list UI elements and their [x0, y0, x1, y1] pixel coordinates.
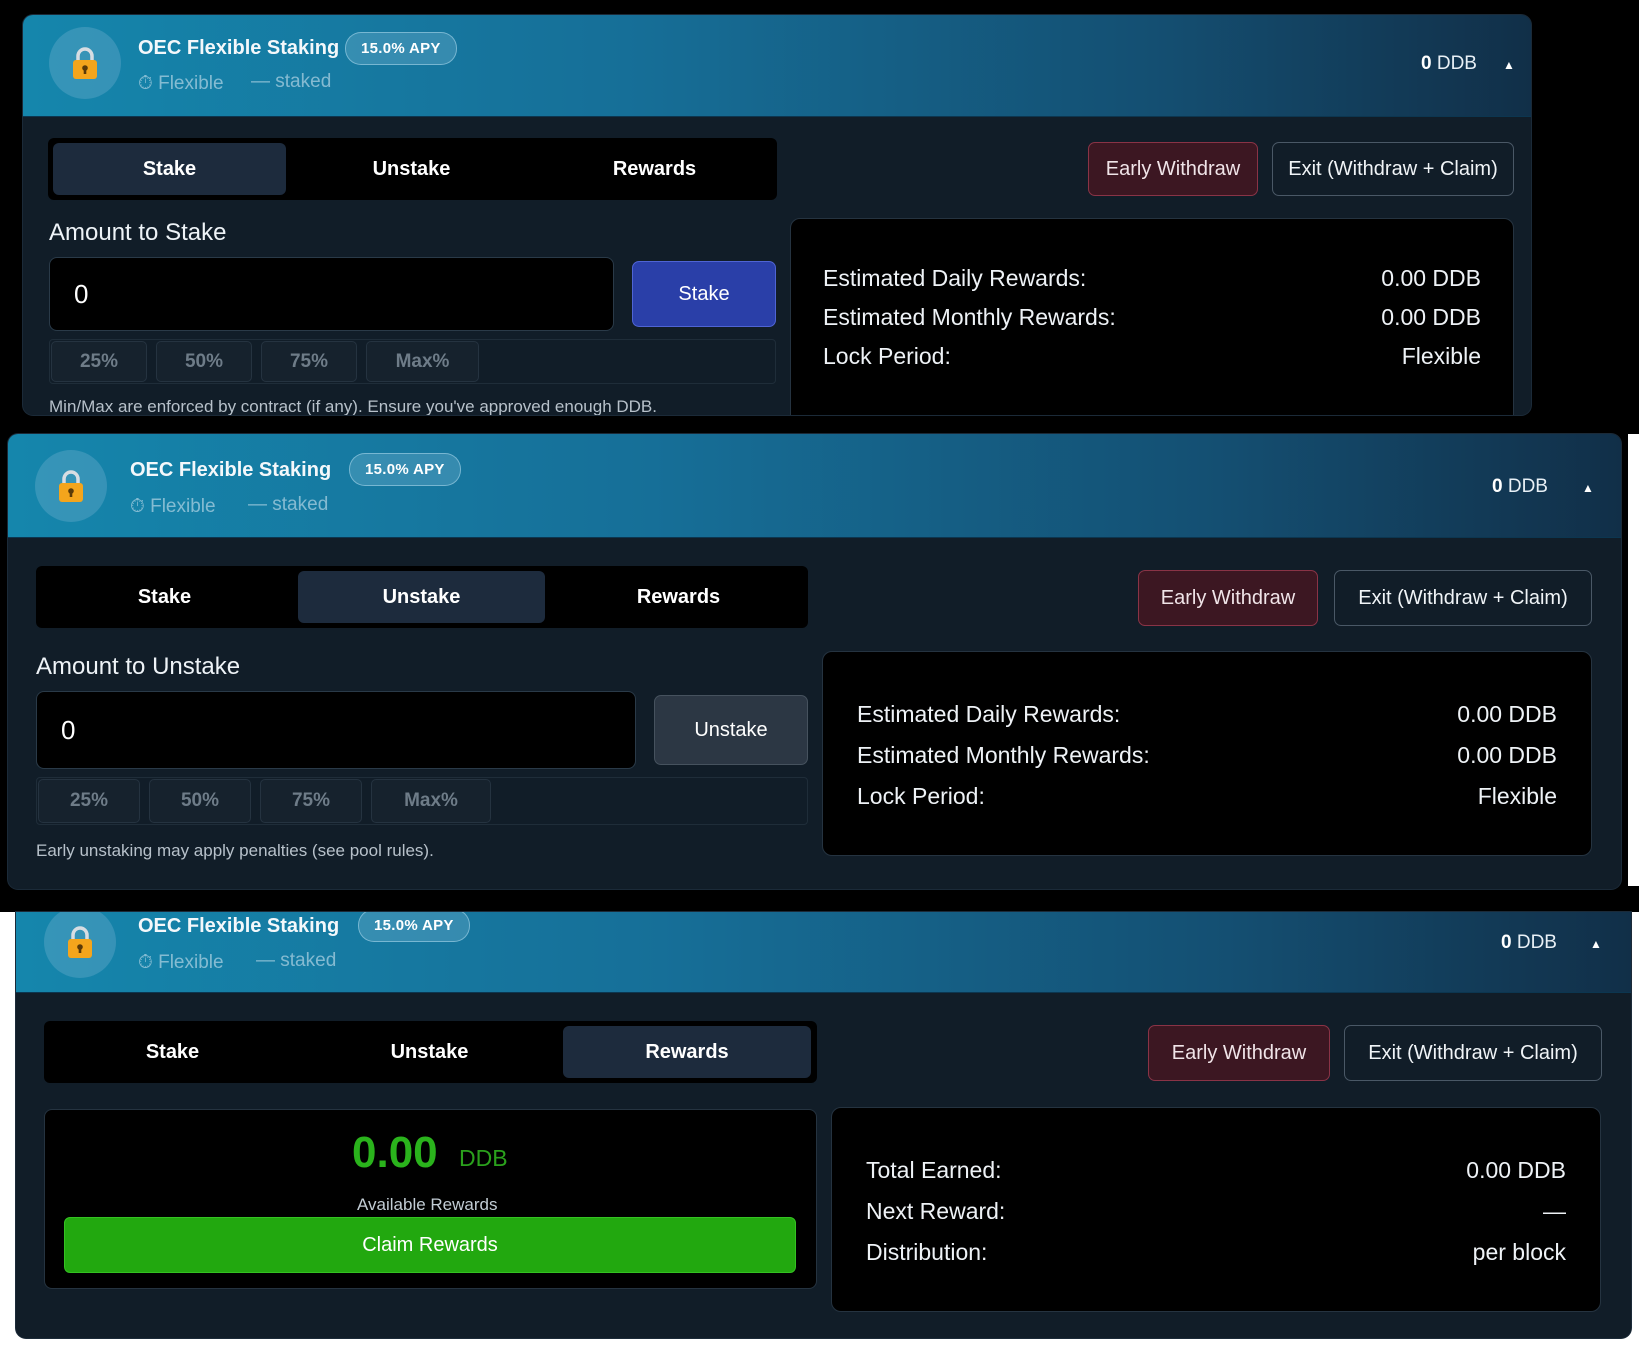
percent-max-button[interactable]: Max% — [371, 779, 491, 823]
tab-unstake[interactable]: Unstake — [306, 1026, 553, 1078]
amount-label: Amount to Unstake — [36, 653, 241, 680]
early-withdraw-button[interactable]: Early Withdraw — [1138, 570, 1318, 626]
tab-stake[interactable]: Stake — [49, 1026, 296, 1078]
stake-amount-input[interactable]: 0 — [49, 257, 614, 331]
pool-header[interactable]: OEC Flexible Staking 15.0% APY ⏱ Flexibl… — [16, 912, 1631, 993]
tab-rewards[interactable]: Rewards — [563, 1026, 811, 1078]
estimates-panel: Estimated Daily Rewards: 0.00 DDB Estimat… — [822, 651, 1592, 856]
unstake-hint: Early unstaking may apply penalties (see… — [36, 841, 434, 860]
amount-label: Amount to Stake — [49, 219, 227, 246]
action-tabs: Stake Unstake Rewards — [36, 566, 808, 628]
percent-25-button[interactable]: 25% — [38, 779, 140, 823]
lock-mode: ⏱ Flexible — [130, 496, 216, 517]
lock-mode: ⏱ Flexible — [138, 73, 224, 94]
stake-pool-card: OEC Flexible Staking 15.0% APY ⏱ Flexibl… — [23, 15, 1531, 415]
monthly-rewards-row: Estimated Monthly Rewards: 0.00 DDB — [857, 741, 1557, 768]
tab-rewards[interactable]: Rewards — [537, 143, 772, 195]
tab-stake[interactable]: Stake — [41, 571, 288, 623]
pool-header[interactable]: OEC Flexible Staking 15.0% APY ⏱ Flexibl… — [23, 15, 1531, 117]
pool-title: OEC Flexible Staking — [138, 915, 340, 937]
tab-stake[interactable]: Stake — [53, 143, 286, 195]
collapse-caret-icon[interactable]: ▲ — [1503, 58, 1515, 72]
pool-balance: 0 DDB — [1492, 476, 1548, 497]
lock-icon — [35, 450, 107, 522]
pool-balance: 0 DDB — [1501, 932, 1557, 953]
percent-buttons: 25% 50% 75% Max% — [49, 339, 776, 384]
available-rewards-amount: 0.00 — [352, 1128, 438, 1177]
lock-icon — [44, 912, 116, 978]
daily-rewards-row: Estimated Daily Rewards: 0.00 DDB — [823, 264, 1481, 291]
apy-badge: 15.0% APY — [345, 32, 457, 65]
stake-hint: Min/Max are enforced by contract (if any… — [49, 397, 657, 415]
exit-button[interactable]: Exit (Withdraw + Claim) — [1272, 142, 1514, 196]
action-tabs: Stake Unstake Rewards — [48, 138, 777, 200]
lock-mode: ⏱ Flexible — [138, 952, 224, 973]
early-withdraw-button[interactable]: Early Withdraw — [1088, 142, 1258, 196]
pool-title: OEC Flexible Staking — [138, 37, 340, 59]
available-rewards-label: Available Rewards — [357, 1195, 498, 1214]
staked-amount: — staked — [256, 950, 337, 971]
daily-rewards-row: Estimated Daily Rewards: 0.00 DDB — [857, 700, 1557, 727]
collapse-caret-icon[interactable]: ▲ — [1590, 937, 1602, 951]
tab-rewards[interactable]: Rewards — [555, 571, 802, 623]
percent-50-button[interactable]: 50% — [156, 341, 252, 382]
total-earned-row: Total Earned: 0.00 DDB — [866, 1156, 1566, 1183]
lock-period-row: Lock Period: Flexible — [823, 342, 1481, 369]
next-reward-row: Next Reward: — — [866, 1197, 1566, 1224]
divider-strip — [1628, 434, 1639, 886]
stake-button[interactable]: Stake — [632, 261, 776, 327]
percent-50-button[interactable]: 50% — [149, 779, 251, 823]
available-rewards-unit: DDB — [459, 1145, 508, 1171]
pool-balance: 0 DDB — [1421, 53, 1477, 74]
percent-75-button[interactable]: 75% — [260, 779, 362, 823]
tab-unstake[interactable]: Unstake — [294, 143, 529, 195]
action-tabs: Stake Unstake Rewards — [44, 1021, 817, 1083]
apy-badge: 15.0% APY — [349, 453, 461, 486]
pool-title: OEC Flexible Staking — [130, 459, 332, 481]
claim-rewards-button[interactable]: Claim Rewards — [64, 1217, 796, 1273]
rewards-info-panel: Total Earned: 0.00 DDB Next Reward: — Dist… — [831, 1107, 1601, 1312]
unstake-button[interactable]: Unstake — [654, 695, 808, 765]
tab-unstake[interactable]: Unstake — [298, 571, 545, 623]
staked-amount: — staked — [248, 494, 329, 515]
lock-icon — [49, 27, 121, 99]
collapse-caret-icon[interactable]: ▲ — [1582, 481, 1594, 495]
unstake-amount-input[interactable]: 0 — [36, 691, 636, 769]
staked-amount: — staked — [251, 71, 332, 92]
percent-buttons: 25% 50% 75% Max% — [36, 777, 808, 825]
exit-button[interactable]: Exit (Withdraw + Claim) — [1344, 1025, 1602, 1081]
exit-button[interactable]: Exit (Withdraw + Claim) — [1334, 570, 1592, 626]
monthly-rewards-row: Estimated Monthly Rewards: 0.00 DDB — [823, 303, 1481, 330]
available-rewards-panel: 0.00 DDB Available Rewards Claim Rewards — [44, 1109, 817, 1289]
apy-badge: 15.0% APY — [358, 912, 470, 942]
lock-period-row: Lock Period: Flexible — [857, 782, 1557, 809]
pool-header[interactable]: OEC Flexible Staking 15.0% APY ⏱ Flexibl… — [8, 434, 1621, 538]
percent-max-button[interactable]: Max% — [366, 341, 479, 382]
early-withdraw-button[interactable]: Early Withdraw — [1148, 1025, 1330, 1081]
estimates-panel: Estimated Daily Rewards: 0.00 DDB Estimat… — [790, 218, 1514, 415]
distribution-row: Distribution: per block — [866, 1238, 1566, 1265]
rewards-pool-card: OEC Flexible Staking 15.0% APY ⏱ Flexibl… — [16, 912, 1631, 1338]
unstake-pool-card: OEC Flexible Staking 15.0% APY ⏱ Flexibl… — [8, 434, 1621, 889]
percent-75-button[interactable]: 75% — [261, 341, 357, 382]
percent-25-button[interactable]: 25% — [51, 341, 147, 382]
